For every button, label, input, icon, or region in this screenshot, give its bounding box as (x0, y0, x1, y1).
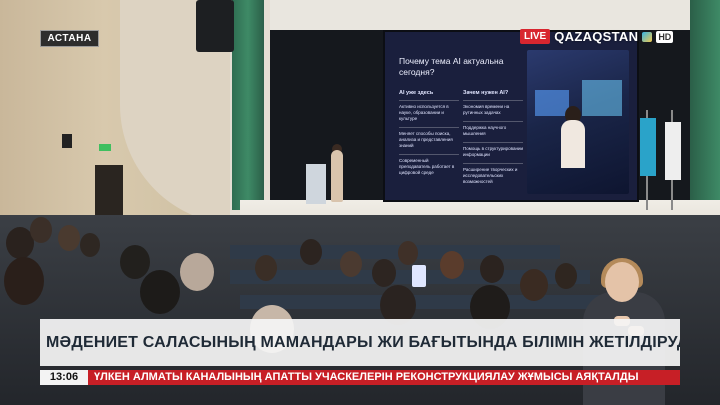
audience-member (140, 270, 180, 314)
white-flag (665, 122, 681, 180)
audience-member (58, 225, 80, 251)
audience-member (4, 257, 44, 305)
left-green-curtain (232, 0, 264, 210)
channel-name: QAZAQSTAN (554, 29, 639, 44)
presenter (331, 150, 343, 202)
seat-row (240, 295, 620, 309)
interpreter-face (605, 262, 639, 302)
news-headline: МӘДЕНИЕТ САЛАСЫНЫҢ МАМАНДАРЫ ЖИ БАҒЫТЫНД… (40, 319, 680, 366)
seat-row (230, 245, 560, 259)
exit-sign (99, 144, 111, 151)
audience-member (398, 241, 418, 265)
wall-speaker (196, 0, 234, 52)
audience-member (555, 263, 577, 289)
channel-logo: LIVE QAZAQSTAN HD (520, 28, 674, 45)
audience-member (255, 255, 277, 281)
hd-badge: HD (656, 30, 674, 43)
audience-member (440, 251, 464, 279)
slide-photo (527, 50, 629, 194)
slide-col1-item: Меняет способы поиска, анализа и предста… (399, 127, 459, 149)
audience-member (120, 245, 150, 279)
phone-icon (412, 265, 426, 287)
kazakhstan-flag (640, 118, 656, 176)
slide-col1-item: Активно используется в науке, образовани… (399, 100, 459, 122)
slide-col2-heading: Зачем нужен AI? (463, 90, 509, 96)
audience-member (30, 217, 52, 243)
channel-logo-icon (642, 31, 653, 42)
podium (306, 164, 326, 204)
audience-member (300, 239, 322, 265)
audience-member (180, 253, 214, 291)
clock: 13:06 (40, 370, 88, 385)
audience-member (372, 259, 396, 287)
slide-column-2: Зачем нужен AI? Экономия времени на рути… (463, 90, 523, 190)
projection-screen: Почему тема AI актуальна сегодня? AI уже… (383, 30, 639, 202)
wall-panel (62, 134, 72, 148)
slide-title: Почему тема AI актуальна сегодня? (399, 56, 504, 77)
audience-member (520, 269, 548, 301)
audience-member (480, 255, 504, 283)
slide-col1-item: Современный преподаватель работает в циф… (399, 154, 459, 176)
audience-member (80, 233, 100, 257)
slide-col2-item: Поддержка научного мышления (463, 121, 523, 137)
right-green-curtain (690, 0, 720, 230)
news-ticker: ҮЛКЕН АЛМАТЫ КАНАЛЫНЫҢ АПАТТЫ УЧАСКЕЛЕРІ… (88, 370, 680, 385)
slide-col2-item: Экономия времени на рутинных задачах (463, 100, 523, 116)
audience-member (340, 251, 362, 277)
slide-col2-item: Расширение творческих и исследовательски… (463, 163, 523, 185)
location-label: АСТАНА (40, 30, 99, 47)
slide-col1-heading: AI уже здесь (399, 90, 434, 96)
slide-column-1: AI уже здесь Активно используется в наук… (399, 90, 459, 181)
live-badge: LIVE (520, 29, 551, 44)
slide-col2-item: Помощь в структурировании информации (463, 142, 523, 158)
